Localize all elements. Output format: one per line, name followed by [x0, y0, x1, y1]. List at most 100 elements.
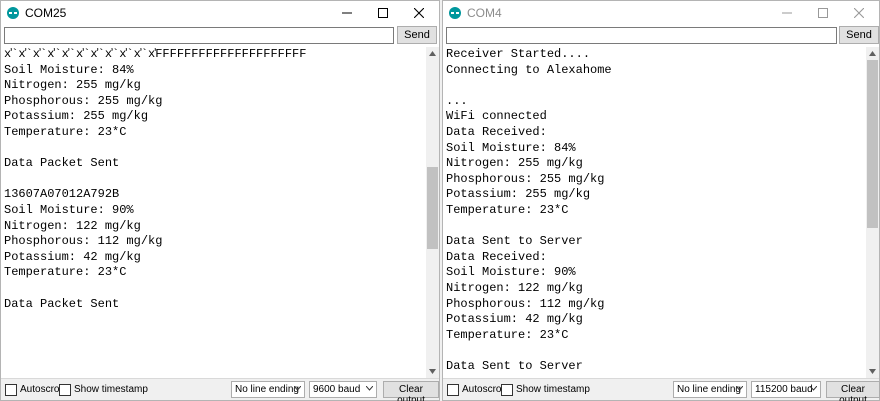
chevron-down-icon: [366, 386, 373, 391]
output-line: Data Packet Sent: [4, 296, 120, 311]
autoscroll-label: Autoscroll: [20, 384, 64, 395]
arduino-icon: [449, 7, 461, 19]
output-line: Soil Moisture: 90%: [4, 202, 134, 217]
serial-output[interactable]: Receiver Started.... Connecting to Alexah…: [443, 47, 865, 378]
output-line: WiFi connected: [446, 109, 547, 124]
output-line: Soil Moisture: 90%: [446, 265, 576, 280]
line-ending-value: No line ending: [235, 384, 299, 395]
send-bar: Send: [1, 25, 439, 45]
line-ending-select[interactable]: No line ending: [231, 381, 305, 398]
clear-output-button[interactable]: Clear output: [826, 381, 880, 401]
send-input[interactable]: [4, 27, 394, 44]
baud-rate-select[interactable]: 115200 baud: [751, 381, 821, 398]
scroll-up-button[interactable]: [866, 47, 879, 60]
send-button[interactable]: Send: [397, 26, 437, 44]
minimize-button[interactable]: [769, 1, 805, 25]
show-timestamp-label: Show timestamp: [74, 384, 148, 395]
autoscroll-checkbox[interactable]: [5, 384, 17, 396]
output-line: Potassium: 42 mg/kg: [446, 312, 583, 327]
window-title: COM25: [25, 6, 67, 20]
chevron-down-icon: [294, 386, 301, 391]
output-line: Connecting to Alexahome: [446, 62, 612, 77]
output-line: Temperature: 23*C: [4, 124, 127, 139]
output-line: Nitrogen: 255 mg/kg: [446, 156, 583, 171]
clear-output-button[interactable]: Clear output: [383, 381, 439, 401]
send-bar: Send: [443, 25, 879, 45]
line-ending-value: No line ending: [677, 384, 741, 395]
serial-monitor-com4: COM4 Send Receiver Started.... Connecting…: [442, 0, 880, 401]
output-line: Data Received:: [446, 124, 547, 139]
close-button[interactable]: [841, 1, 877, 25]
maximize-icon: [818, 8, 828, 18]
bottom-bar: Autoscroll Show timestamp No line ending…: [443, 378, 880, 401]
output-line: x̓`x̓`x̓`x̓`x̓`x̓`x̓`x̓`x̓`x̓`x̓FFFFFFFF…: [4, 47, 307, 61]
minimize-icon: [342, 12, 352, 14]
output-line: Soil Moisture: 84%: [446, 140, 576, 155]
show-timestamp-checkbox[interactable]: [501, 384, 513, 396]
scroll-up-arrow-icon: [429, 51, 436, 56]
output-line: Data Sent to Server: [446, 358, 583, 373]
autoscroll-checkbox[interactable]: [447, 384, 459, 396]
scroll-up-button[interactable]: [426, 47, 439, 60]
scroll-down-arrow-icon: [869, 369, 876, 374]
title-bar[interactable]: COM25: [1, 1, 439, 25]
output-line: ...: [446, 93, 468, 108]
vertical-scrollbar[interactable]: [866, 47, 879, 378]
output-line: Phosphorous: 255 mg/kg: [4, 93, 163, 108]
maximize-icon: [378, 8, 388, 18]
chevron-down-icon: [736, 386, 743, 391]
output-line: Temperature: 23*C: [446, 202, 569, 217]
output-line: Soil Moisture: 84%: [4, 62, 134, 77]
scroll-down-arrow-icon: [429, 369, 436, 374]
minimize-button[interactable]: [329, 1, 365, 25]
output-line: Phosphorous: 112 mg/kg: [4, 234, 163, 249]
output-line: Receiver Started....: [446, 47, 591, 61]
output-line: Data Sent to Server: [446, 234, 583, 249]
baud-rate-value: 115200 baud: [755, 384, 813, 395]
output-line: Nitrogen: 122 mg/kg: [4, 218, 141, 233]
send-input[interactable]: [446, 27, 837, 44]
scroll-thumb[interactable]: [867, 60, 878, 228]
output-line: Phosphorous: 112 mg/kg: [446, 296, 605, 311]
title-bar[interactable]: COM4: [443, 1, 879, 25]
maximize-button[interactable]: [805, 1, 841, 25]
scroll-thumb[interactable]: [427, 166, 438, 250]
baud-rate-select[interactable]: 9600 baud: [309, 381, 377, 398]
scroll-down-button[interactable]: [866, 365, 879, 378]
scroll-down-button[interactable]: [426, 365, 439, 378]
output-line: Temperature: 23*C: [446, 327, 569, 342]
close-button[interactable]: [401, 1, 437, 25]
arduino-icon: [7, 7, 19, 19]
autoscroll-label: Autoscroll: [462, 384, 506, 395]
show-timestamp-checkbox[interactable]: [59, 384, 71, 396]
bottom-bar: Autoscroll Show timestamp No line ending…: [1, 378, 439, 401]
line-ending-select[interactable]: No line ending: [673, 381, 747, 398]
vertical-scrollbar[interactable]: [426, 47, 439, 378]
output-line: Potassium: 42 mg/kg: [4, 249, 141, 264]
serial-monitor-com25: COM25 Send x̓`x̓`x̓`x̓`x̓`x̓`x̓`x̓`x̓`x̓…: [0, 0, 440, 401]
window-title: COM4: [467, 6, 502, 20]
close-icon: [854, 8, 864, 18]
maximize-button[interactable]: [365, 1, 401, 25]
output-line: 13607A07012A792B: [4, 187, 120, 202]
chevron-down-icon: [810, 386, 817, 391]
output-line: Phosphorous: 255 mg/kg: [446, 171, 605, 186]
send-button[interactable]: Send: [839, 26, 879, 44]
output-line: Potassium: 255 mg/kg: [4, 109, 149, 124]
output-line: Temperature: 23*C: [4, 265, 127, 280]
scroll-up-arrow-icon: [869, 51, 876, 56]
output-line: Nitrogen: 255 mg/kg: [4, 78, 141, 93]
output-line: Nitrogen: 122 mg/kg: [446, 280, 583, 295]
minimize-icon: [782, 12, 792, 14]
show-timestamp-label: Show timestamp: [516, 384, 590, 395]
output-line: Data Packet Sent: [4, 156, 120, 171]
serial-output[interactable]: x̓`x̓`x̓`x̓`x̓`x̓`x̓`x̓`x̓`x̓`x̓FFFFFFFF…: [1, 47, 425, 378]
output-line: Potassium: 255 mg/kg: [446, 187, 591, 202]
output-line: Data Received:: [446, 249, 547, 264]
